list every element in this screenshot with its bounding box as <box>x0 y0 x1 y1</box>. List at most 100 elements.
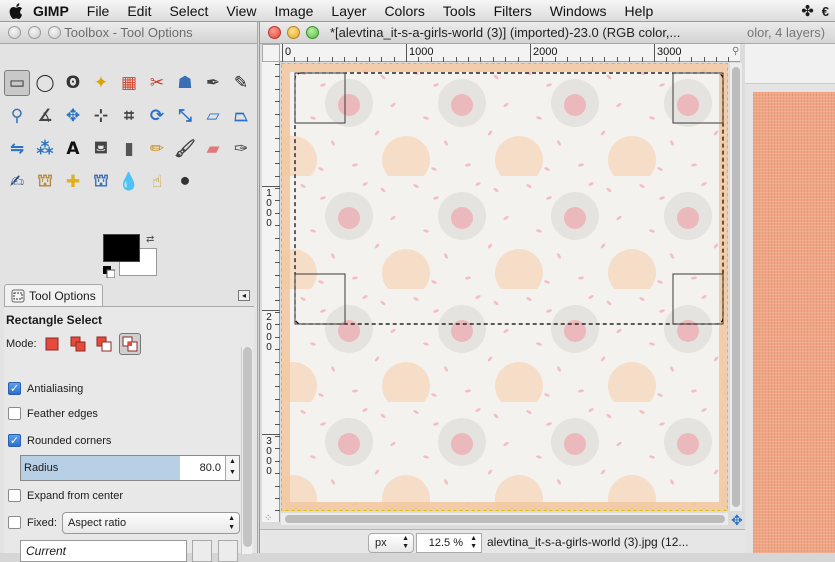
fixed-select[interactable]: Aspect ratio ▲ ▼ <box>62 512 240 534</box>
tool-rotate-button[interactable]: ⟳ <box>144 103 170 129</box>
unit-select[interactable]: px ▲ ▼ <box>368 533 414 553</box>
foreground-color[interactable] <box>103 234 140 262</box>
rounded-checkbox[interactable]: ✓ <box>8 434 21 447</box>
current-field[interactable]: Current <box>20 540 187 562</box>
tool-color-picker-button[interactable]: ✎ <box>228 70 254 96</box>
toolbox-titlebar[interactable]: Toolbox - Tool Options <box>0 22 257 44</box>
default-colors-icon[interactable] <box>103 266 116 279</box>
menu-image[interactable]: Image <box>265 0 322 22</box>
tool-smudge-button[interactable]: ☝ <box>144 169 170 195</box>
tool-cage-transform-button[interactable]: ⁂ <box>32 136 58 162</box>
tool-heal-button[interactable]: ✚ <box>60 169 86 195</box>
rounded-row[interactable]: ✓ Rounded corners <box>8 434 111 447</box>
tool-paths-button[interactable]: ✒ <box>200 70 226 96</box>
dock-menu-button[interactable]: ◂ <box>238 290 250 301</box>
tool-blur-sharpen-button[interactable]: 💧 <box>116 169 142 195</box>
menu-file[interactable]: File <box>78 0 119 22</box>
antialiasing-row[interactable]: ✓ Antialiasing <box>8 382 83 395</box>
tool-shear-button[interactable]: ▱ <box>200 103 226 129</box>
mode-intersect-button[interactable] <box>118 333 141 355</box>
tool-perspective-clone-button[interactable]: ⛫ <box>88 169 114 195</box>
tool-dodge-burn-button[interactable]: ⚫ <box>172 169 198 195</box>
tool-foreground-select-button[interactable]: ☗ <box>172 70 198 96</box>
tool-free-select-button[interactable]: ʘ <box>60 70 86 96</box>
tool-scissors-select-button[interactable]: ✂ <box>144 70 170 96</box>
canvas-hscroll-thumb[interactable] <box>285 515 725 523</box>
radius-spin-button[interactable]: ▲ ▼ <box>225 456 239 480</box>
menu-select[interactable]: Select <box>160 0 217 22</box>
menu-help[interactable]: Help <box>616 0 663 22</box>
zoom-window-button[interactable] <box>48 26 61 39</box>
menu-edit[interactable]: Edit <box>118 0 160 22</box>
tool-rectangle-select-button[interactable]: ▭ <box>4 70 30 96</box>
mode-replace-button[interactable] <box>41 333 63 355</box>
tool-paintbrush-button[interactable]: 🖌 <box>172 136 198 162</box>
aspect-button[interactable] <box>218 540 238 562</box>
quick-mask-icon[interactable]: ⁘ <box>264 513 272 524</box>
tool-bucket-fill-button[interactable]: ⛾ <box>88 136 114 162</box>
options-scrollbar[interactable] <box>241 347 252 554</box>
fixed-checkbox[interactable] <box>8 516 21 529</box>
expand-row[interactable]: Expand from center <box>8 489 123 502</box>
tool-ink-button[interactable]: ✍ <box>4 169 30 195</box>
menu-tools[interactable]: Tools <box>434 0 485 22</box>
close-window-button[interactable] <box>268 26 281 39</box>
tool-text-button[interactable]: A <box>60 136 86 162</box>
tool-airbrush-button[interactable]: ✑ <box>228 136 254 162</box>
navigate-icon[interactable]: ✥ <box>731 512 743 529</box>
tool-ellipse-select-button[interactable]: ◯ <box>32 70 58 96</box>
image-titlebar[interactable]: *[alevtina_it-s-a-girls-world (3)] (impo… <box>260 22 745 44</box>
color-area[interactable]: ⇄ <box>103 234 159 280</box>
feather-row[interactable]: Feather edges <box>8 407 98 420</box>
fixed-row[interactable]: Fixed: <box>8 516 57 529</box>
vertical-ruler[interactable]: 1000 2000 3000 <box>262 62 280 522</box>
radius-slider[interactable]: Radius 80.0 ▲ ▼ <box>20 455 240 481</box>
tool-scale-button[interactable]: ⤡ <box>172 103 198 129</box>
feather-checkbox[interactable] <box>8 407 21 420</box>
tool-blend-button[interactable]: ▮ <box>116 136 142 162</box>
expand-checkbox[interactable] <box>8 489 21 502</box>
mode-subtract-button[interactable] <box>93 333 115 355</box>
swap-colors-icon[interactable]: ⇄ <box>146 234 154 245</box>
menu-windows[interactable]: Windows <box>541 0 616 22</box>
minimize-window-button[interactable] <box>287 26 300 39</box>
menu-colors[interactable]: Colors <box>375 0 433 22</box>
tool-crop-button[interactable]: ⌗ <box>116 103 142 129</box>
lock-button[interactable] <box>192 540 212 562</box>
mode-add-button[interactable] <box>67 333 89 355</box>
close-window-button[interactable] <box>8 26 21 39</box>
tool-move-button[interactable]: ✥ <box>60 103 86 129</box>
tool-perspective-button[interactable]: ⏢ <box>228 103 254 129</box>
menu-filters[interactable]: Filters <box>485 0 541 22</box>
canvas-vertical-scrollbar[interactable] <box>730 63 742 511</box>
tool-zoom-button[interactable]: ⚲ <box>4 103 30 129</box>
horizontal-ruler[interactable]: 0 1000 2000 3000 <box>280 44 740 62</box>
tab-tool-options[interactable]: Tool Options <box>4 284 103 306</box>
menu-app-gimp[interactable]: GIMP <box>27 0 78 22</box>
menu-view[interactable]: View <box>217 0 265 22</box>
fan-status-icon[interactable]: ✤ <box>801 2 814 20</box>
tool-pencil-button[interactable]: ✏ <box>144 136 170 162</box>
canvas-vscroll-thumb[interactable] <box>732 67 740 507</box>
apple-icon[interactable] <box>5 0 27 22</box>
antialiasing-checkbox[interactable]: ✓ <box>8 382 21 395</box>
tool-alignment-button[interactable]: ⊹ <box>88 103 114 129</box>
canvas-horizontal-scrollbar[interactable] <box>281 513 728 525</box>
tool-select-by-color-button[interactable]: ▦ <box>116 70 142 96</box>
zoom-fit-icon[interactable]: ⚲ <box>732 46 739 57</box>
ruler-corner[interactable] <box>262 44 280 62</box>
tool-fuzzy-select-button[interactable]: ✦ <box>88 70 114 96</box>
tool-measure-button[interactable]: ∡ <box>32 103 58 129</box>
status-letter-icon[interactable]: € <box>822 4 829 19</box>
menu-layer[interactable]: Layer <box>322 0 375 22</box>
background-image-window[interactable]: olor, 4 layers) <box>745 22 835 553</box>
ruler-minor-tick <box>275 287 280 289</box>
tool-flip-button[interactable]: ⇋ <box>4 136 30 162</box>
image-canvas[interactable] <box>281 63 728 511</box>
zoom-window-button[interactable] <box>306 26 319 39</box>
zoom-field[interactable]: 12.5 % ▲ ▼ <box>416 533 482 553</box>
tool-clone-button[interactable]: ⛫ <box>32 169 58 195</box>
minimize-window-button[interactable] <box>28 26 41 39</box>
options-scroll-thumb[interactable] <box>243 347 252 547</box>
tool-eraser-button[interactable]: ▰ <box>200 136 226 162</box>
